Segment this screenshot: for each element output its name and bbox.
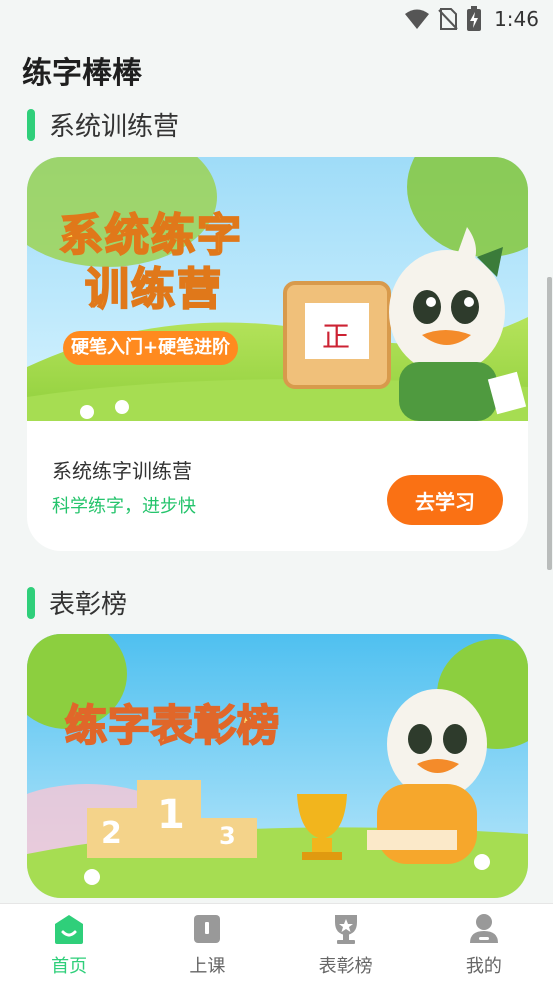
profile-icon <box>469 914 498 943</box>
card-subtitle: 科学练字，进步快 <box>52 496 196 517</box>
nav-label: 上课 <box>189 956 226 977</box>
go-study-button[interactable]: 去学习 <box>387 475 503 525</box>
banner-tag: 硬笔入门+硬笔进阶 <box>63 331 239 365</box>
status-icons: 1:46 <box>404 6 539 32</box>
honor-banner-headline: 练字表彰榜 <box>64 700 281 751</box>
section-header-training: 系统训练营 <box>27 106 179 143</box>
section-title: 系统训练营 <box>49 112 180 142</box>
card-info: 系统练字训练营 科学练字，进步快 <box>52 455 196 518</box>
training-camp-banner[interactable]: 系统练字 训练营 硬笔入门+硬笔进阶 正 <box>27 157 528 421</box>
podium-place-1: 1 <box>157 792 185 838</box>
no-sim-icon <box>438 8 458 30</box>
app-title: 练字棒棒 <box>22 56 142 91</box>
card-title: 系统练字训练营 <box>52 459 192 483</box>
section-accent-bar <box>27 586 35 619</box>
banner-headline-line2: 训练营 <box>84 263 223 316</box>
home-icon <box>55 915 84 944</box>
nav-item-class[interactable]: 上课 <box>138 904 276 984</box>
nav-item-home[interactable]: 首页 <box>0 904 138 984</box>
board-character: 正 <box>322 320 351 353</box>
nav-label: 首页 <box>51 956 88 977</box>
nav-label: 我的 <box>465 956 502 977</box>
battery-charging-icon <box>467 6 482 31</box>
honor-board-banner[interactable]: 练字表彰榜 2 1 3 <box>27 634 528 898</box>
wifi-icon <box>405 9 430 29</box>
trophy-icon <box>334 915 357 944</box>
section-header-honor-board: 表彰榜 <box>27 584 127 621</box>
bottom-nav: 首页 上课 表彰榜 我的 <box>0 903 553 984</box>
nav-item-honor-board[interactable]: 表彰榜 <box>277 904 415 984</box>
status-bar: 1:46 <box>0 0 553 38</box>
podium-place-2: 2 <box>101 816 122 851</box>
nav-label: 表彰榜 <box>318 956 373 977</box>
book-icon <box>194 915 221 943</box>
section-title: 表彰榜 <box>49 590 128 620</box>
section-accent-bar <box>27 108 35 141</box>
podium-place-3: 3 <box>219 822 236 850</box>
honor-board-card[interactable]: 练字表彰榜 2 1 3 <box>27 634 528 898</box>
nav-item-profile[interactable]: 我的 <box>415 904 553 984</box>
status-time: 1:46 <box>494 7 539 31</box>
scrollbar[interactable] <box>547 277 552 570</box>
training-camp-card[interactable]: 系统练字 训练营 硬笔入门+硬笔进阶 正 系统练字训练营 科学练字，进步快 去学… <box>27 157 528 551</box>
